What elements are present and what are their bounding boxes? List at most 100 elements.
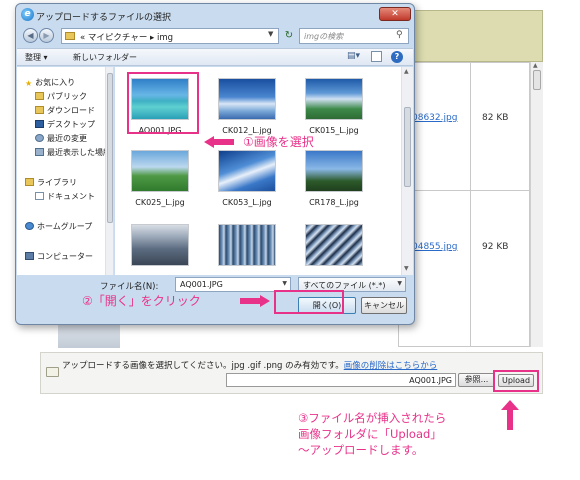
refresh-icon[interactable]: ↻ (282, 29, 296, 43)
scroll-thumb[interactable] (404, 107, 411, 187)
table-column-divider (470, 62, 471, 347)
navigation-pane: ★ お気に入り パブリック ダウンロード デスクトップ 最近の変更 最近表示した場… (17, 67, 114, 275)
arrow-up-icon (501, 400, 519, 430)
sidebar-item-label: パブリック (47, 92, 87, 101)
organize-menu[interactable]: 整理 ▾ (25, 52, 48, 63)
sidebar-item-label: コンピューター (37, 252, 93, 261)
image-link[interactable]: 04855.jpg (412, 242, 457, 252)
sidebar-item-label: お気に入り (35, 78, 76, 87)
help-icon[interactable]: ? (391, 51, 403, 63)
scroll-thumb[interactable] (107, 73, 113, 223)
file-thumbnail[interactable] (305, 78, 363, 120)
folder-icon (65, 32, 75, 40)
folder-icon (46, 367, 59, 377)
file-name[interactable]: CK025_L.jpg (120, 198, 200, 207)
library-icon (25, 178, 34, 186)
breadcrumb-overflow[interactable]: « (80, 33, 85, 43)
sidebar-item-libraries[interactable]: ライブラリ (25, 177, 77, 188)
file-name[interactable]: CR178_L.jpg (294, 198, 374, 207)
upload-button-highlight (493, 370, 539, 392)
dialog-toolbar: 整理 ▾ 新しいフォルダー ▤▾ ? (17, 48, 413, 66)
sidebar-item-computer[interactable]: コンピューター (25, 251, 93, 262)
sidebar-item-recent-places[interactable]: 最近表示した場所 (35, 147, 111, 158)
upload-instruction-text: アップロードする画像を選択してください。jpg .gif .png のみ有効です… (62, 361, 344, 371)
filetype-value: すべてのファイル (*.*) (303, 281, 386, 290)
file-open-dialog: e アップロードするファイルの選択 ✕ ◀ ▶ « マイピクチャー ▸ img … (15, 3, 415, 325)
upload-instructions: アップロードする画像を選択してください。jpg .gif .png のみ有効です… (62, 359, 437, 371)
breadcrumb-item-mypictures[interactable]: マイピクチャー (88, 33, 147, 43)
sidebar-item-label: ドキュメント (47, 192, 95, 201)
file-thumbnail[interactable] (218, 224, 276, 266)
arrow-left-icon (204, 136, 234, 148)
sidebar-item-favorites[interactable]: ★ お気に入り (25, 77, 75, 88)
sidebar-item-label: 最近表示した場所 (47, 148, 111, 157)
file-thumbnail[interactable] (305, 224, 363, 266)
upload-file-field[interactable]: AQ001.JPG (226, 373, 456, 387)
step3-annotation: ③ファイル名が挿入されたら 画像フォルダに「Upload」 ～アップロードします… (298, 410, 446, 458)
search-icon[interactable]: ⚲ (396, 30, 403, 40)
file-name[interactable]: CK053_L.jpg (207, 198, 287, 207)
address-bar[interactable]: « マイピクチャー ▸ img ▼ (61, 28, 279, 44)
search-placeholder: imgの検索 (304, 32, 344, 41)
computer-icon (25, 252, 34, 260)
sidebar-item-homegroup[interactable]: ホームグループ (25, 221, 92, 232)
star-icon: ★ (25, 79, 33, 88)
file-thumbnail[interactable] (131, 224, 189, 266)
breadcrumb-item-img[interactable]: img (157, 33, 173, 43)
sidebar-item-label: デスクトップ (47, 120, 95, 129)
scroll-thumb[interactable] (533, 70, 541, 90)
breadcrumb-separator-icon[interactable]: ▸ (150, 33, 154, 43)
scroll-up-icon[interactable]: ▲ (404, 68, 409, 75)
browse-button[interactable]: 参照... (458, 373, 495, 387)
folder-icon (35, 92, 44, 100)
dialog-title: アップロードするファイルの選択 (36, 13, 172, 23)
file-thumbnail[interactable] (218, 150, 276, 192)
close-button[interactable]: ✕ (379, 7, 411, 21)
recent-places-icon (35, 148, 44, 156)
sidebar-item-documents[interactable]: ドキュメント (35, 191, 95, 202)
cancel-button[interactable]: キャンセル (361, 297, 407, 314)
sidebar-item-recent-changes[interactable]: 最近の変更 (35, 133, 87, 144)
chevron-down-icon[interactable]: ▼ (268, 30, 273, 38)
forward-arrow-icon: ▶ (43, 31, 50, 40)
scroll-down-icon[interactable]: ▼ (404, 265, 409, 272)
sidebar-item-desktop[interactable]: デスクトップ (35, 119, 95, 130)
sidebar-item-public[interactable]: パブリック (35, 91, 87, 102)
filename-value: AQ001.JPG (180, 280, 223, 289)
new-folder-button[interactable]: 新しいフォルダー (73, 52, 137, 63)
preview-pane-icon[interactable] (371, 51, 382, 62)
step3-line: ～アップロードします。 (298, 443, 424, 457)
file-thumbnail[interactable] (305, 150, 363, 192)
file-size: 92 KB (482, 242, 509, 252)
open-button-highlight (274, 290, 344, 314)
file-thumbnail[interactable] (131, 150, 189, 192)
page-scrollbar[interactable]: ▲ (530, 62, 543, 347)
table-row-divider (398, 190, 530, 191)
sidebar-item-label: ライブラリ (37, 178, 77, 187)
back-arrow-icon: ◀ (27, 31, 34, 40)
selected-file-highlight (127, 72, 199, 134)
scroll-up-icon[interactable]: ▲ (533, 62, 538, 69)
step2-annotation: ②「開く」をクリック (82, 294, 201, 308)
image-table (398, 62, 530, 347)
sidebar-item-label: ホームグループ (37, 222, 93, 231)
file-size: 82 KB (482, 113, 509, 123)
step1-annotation: ①画像を選択 (243, 135, 314, 149)
delete-images-link[interactable]: 画像の削除はこちらから (344, 361, 438, 371)
file-thumbnail[interactable] (218, 78, 276, 120)
chevron-down-icon[interactable]: ▼ (397, 280, 402, 287)
image-link[interactable]: 08632.jpg (412, 113, 457, 123)
chevron-down-icon[interactable]: ▼ (282, 280, 287, 287)
nav-scrollbar[interactable] (105, 67, 113, 275)
sidebar-item-label: 最近の変更 (47, 134, 87, 143)
forward-button[interactable]: ▶ (39, 28, 54, 43)
sidebar-item-label: ダウンロード (47, 106, 95, 115)
filename-label: ファイル名(N): (100, 282, 159, 292)
view-options-icon[interactable]: ▤▾ (347, 51, 360, 61)
back-button[interactable]: ◀ (23, 28, 38, 43)
ie-logo-icon: e (21, 8, 34, 21)
search-input[interactable]: imgの検索 ⚲ (299, 28, 409, 44)
folder-icon (35, 106, 44, 114)
file-list-scrollbar[interactable]: ▲ ▼ (401, 67, 413, 275)
sidebar-item-downloads[interactable]: ダウンロード (35, 105, 95, 116)
